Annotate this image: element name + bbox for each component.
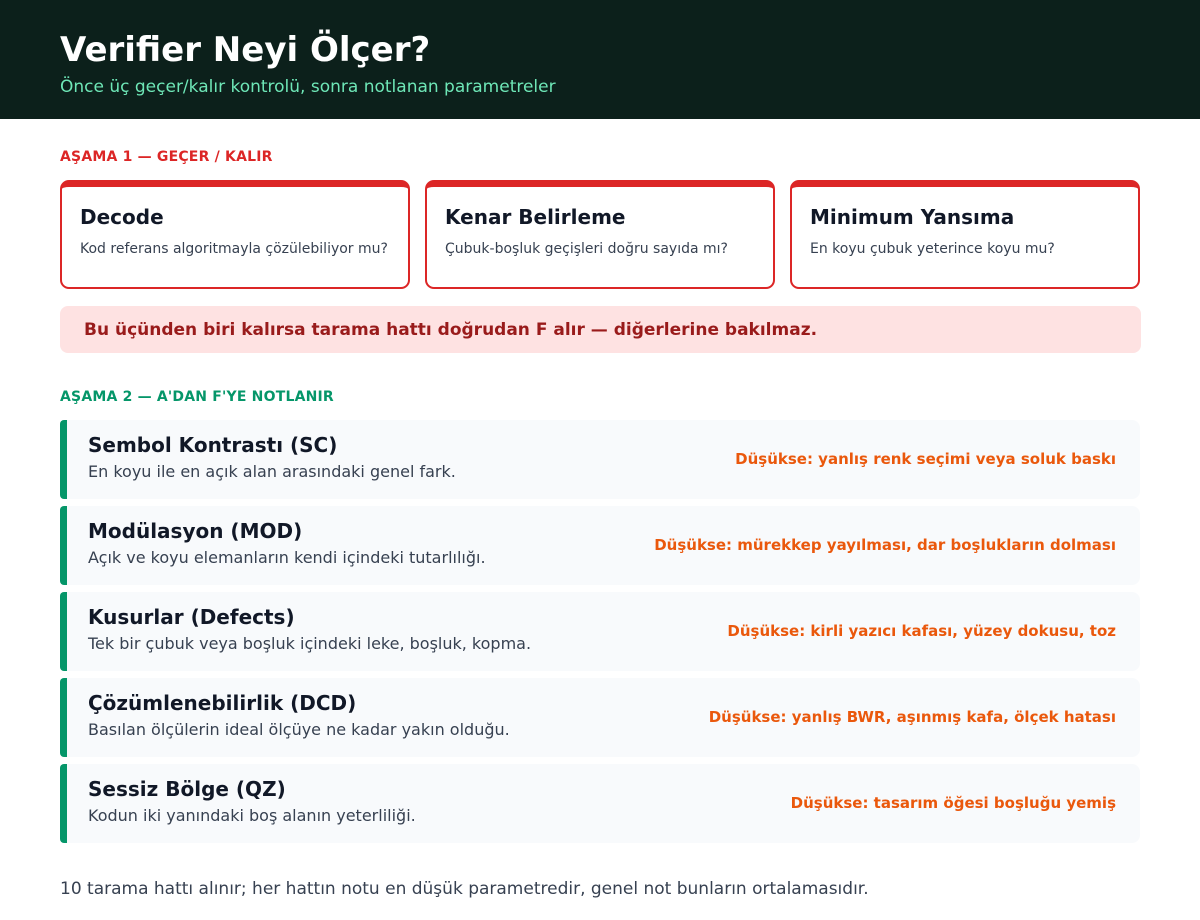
gate-card-desc: En koyu çubuk yeterince koyu mu? [810,241,1055,257]
gate-card-decode: Decode Kod referans algoritmayla çözüleb… [60,180,410,289]
fail-warning-text: Bu üçünden biri kalırsa tarama hattı doğ… [84,320,818,340]
header-banner: Verifier Neyi Ölçer? Önce üç geçer/kalır… [0,0,1200,119]
stage2-label: AŞAMA 2 — A'DAN F'YE NOTLANIR [60,389,334,405]
param-title: Sembol Kontrastı (SC) [88,433,338,457]
param-issue: Düşükse: kirli yazıcı kafası, yüzey doku… [727,622,1116,640]
gate-card-title: Decode [80,205,164,229]
param-desc: Basılan ölçülerin ideal ölçüye ne kadar … [88,720,510,739]
param-row-defects: Kusurlar (Defects) Tek bir çubuk veya bo… [60,592,1140,671]
param-row-symbol-contrast: Sembol Kontrastı (SC) En koyu ile en açı… [60,420,1140,499]
param-row-modulation: Modülasyon (MOD) Açık ve koyu elemanları… [60,506,1140,585]
page-subtitle: Önce üç geçer/kalır kontrolü, sonra notl… [60,77,556,97]
param-issue: Düşükse: tasarım öğesi boşluğu yemiş [790,794,1116,812]
footer-note: 10 tarama hattı alınır; her hattın notu … [60,879,869,899]
param-row-decodability: Çözümlenebilirlik (DCD) Basılan ölçüleri… [60,678,1140,757]
param-title: Modülasyon (MOD) [88,519,303,543]
gate-card-edge-determination: Kenar Belirleme Çubuk-boşluk geçişleri d… [425,180,775,289]
gate-card-desc: Kod referans algoritmayla çözülebiliyor … [80,241,388,257]
gate-card-title: Kenar Belirleme [445,205,626,229]
param-desc: En koyu ile en açık alan arasındaki gene… [88,462,456,481]
param-desc: Tek bir çubuk veya boşluk içindeki leke,… [88,634,532,653]
page-title: Verifier Neyi Ölçer? [60,30,431,70]
param-title: Çözümlenebilirlik (DCD) [88,691,357,715]
param-desc: Açık ve koyu elemanların kendi içindeki … [88,548,486,567]
param-issue: Düşükse: mürekkep yayılması, dar boşlukl… [654,536,1116,554]
gate-card-title: Minimum Yansıma [810,205,1015,229]
param-title: Sessiz Bölge (QZ) [88,777,286,801]
param-title: Kusurlar (Defects) [88,605,295,629]
param-issue: Düşükse: yanlış renk seçimi veya soluk b… [735,450,1116,468]
param-issue: Düşükse: yanlış BWR, aşınmış kafa, ölçek… [708,708,1116,726]
fail-warning-banner: Bu üçünden biri kalırsa tarama hattı doğ… [60,306,1141,353]
gate-card-min-reflectance: Minimum Yansıma En koyu çubuk yeterince … [790,180,1140,289]
gate-card-desc: Çubuk-boşluk geçişleri doğru sayıda mı? [445,241,728,257]
param-desc: Kodun iki yanındaki boş alanın yeterlili… [88,806,416,825]
stage1-label: AŞAMA 1 — GEÇER / KALIR [60,149,273,165]
param-row-quiet-zone: Sessiz Bölge (QZ) Kodun iki yanındaki bo… [60,764,1140,843]
